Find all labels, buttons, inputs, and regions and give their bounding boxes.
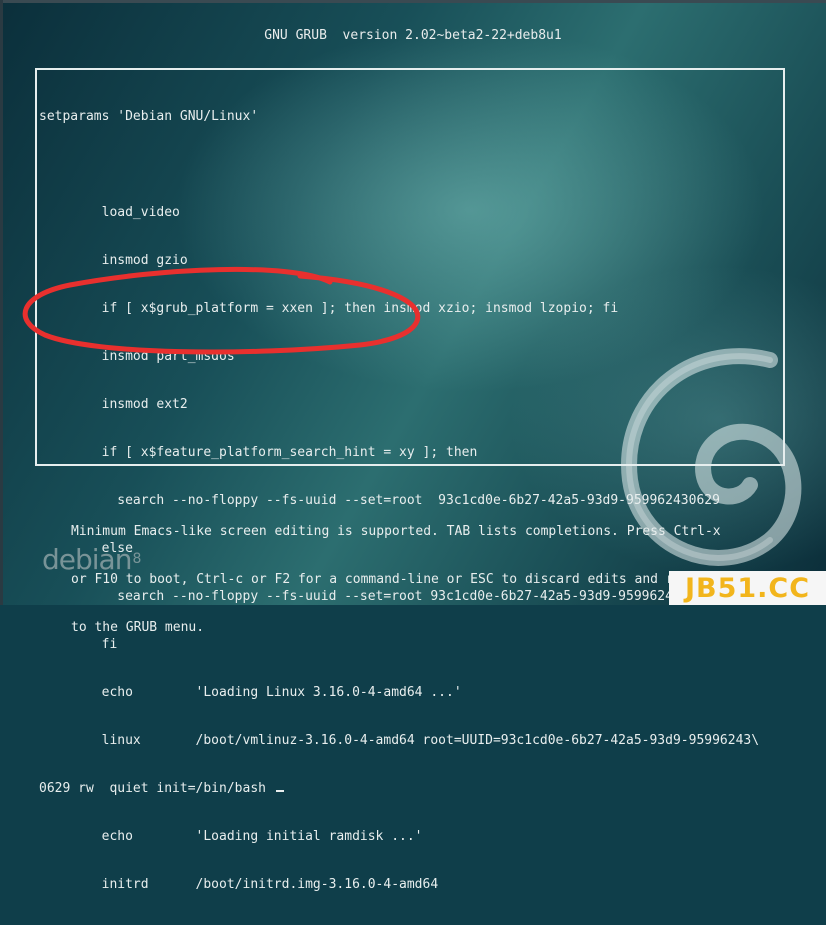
editor-line[interactable]: insmod part_msdos — [39, 349, 783, 365]
editor-line[interactable]: if [ x$grub_platform = xxen ]; then insm… — [39, 301, 783, 317]
editor-line[interactable]: setparams 'Debian GNU/Linux' — [39, 109, 783, 125]
debian-logo: debian8 — [42, 543, 141, 576]
left-border — [0, 0, 3, 605]
help-line: or F10 to boot, Ctrl-c or F2 for a comma… — [71, 572, 713, 587]
editor-line[interactable]: if [ x$feature_platform_search_hint = xy… — [39, 445, 783, 461]
kernel-args-text[interactable]: 0629 rw quiet init=/bin/bash — [39, 781, 274, 796]
text-cursor — [275, 790, 284, 792]
editor-line[interactable]: echo 'Loading initial ramdisk ...' — [39, 829, 783, 845]
help-text: Minimum Emacs-like screen editing is sup… — [71, 492, 761, 668]
editor-line[interactable]: echo 'Loading Linux 3.16.0-4-amd64 ...' — [39, 685, 783, 701]
help-line: Minimum Emacs-like screen editing is sup… — [71, 524, 721, 539]
editor-line[interactable]: insmod ext2 — [39, 397, 783, 413]
grub-title: GNU GRUB version 2.02~beta2-22+deb8u1 — [264, 28, 562, 43]
debian-logo-version: 8 — [132, 551, 141, 567]
editor-line-kernel[interactable]: linux /boot/vmlinuz-3.16.0-4-amd64 root=… — [39, 733, 783, 749]
editor-line[interactable]: insmod gzio — [39, 253, 783, 269]
editor-line[interactable]: load_video — [39, 205, 783, 221]
grub-screen: GNU GRUB version 2.02~beta2-22+deb8u1 se… — [0, 0, 826, 892]
editor-line[interactable] — [39, 157, 783, 173]
editor-line[interactable]: initrd /boot/initrd.img-3.16.0-4-amd64 — [39, 877, 783, 893]
debian-logo-text: debian — [42, 543, 132, 576]
help-line: to the GRUB menu. — [71, 620, 205, 635]
top-border — [0, 0, 826, 3]
editor-line-kernel-continued[interactable]: 0629 rw quiet init=/bin/bash — [39, 781, 783, 797]
watermark: JB51.CC — [669, 571, 826, 605]
